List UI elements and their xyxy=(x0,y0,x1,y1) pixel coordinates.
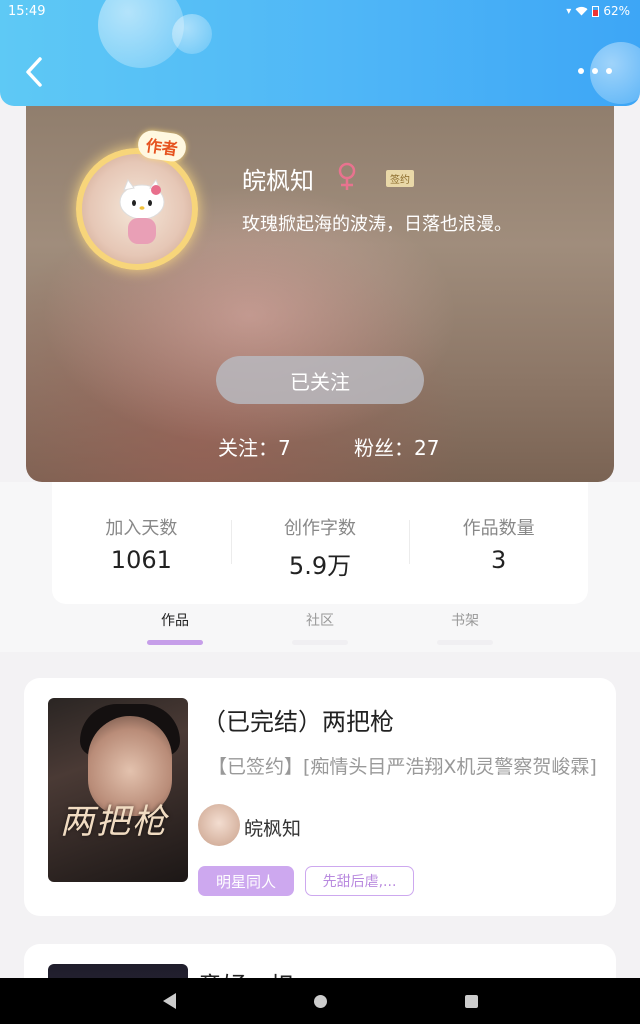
stat-label: 加入天数 xyxy=(105,518,178,539)
tab-community[interactable]: 社区 xyxy=(292,610,348,645)
book-author-avatar xyxy=(198,804,240,846)
stat-word-count: 创作字数 5.9万 xyxy=(230,482,410,604)
hello-kitty-avatar-icon xyxy=(119,178,165,244)
tab-label: 作品 xyxy=(161,613,189,629)
status-time: 15:49 xyxy=(8,4,46,19)
more-dots-icon xyxy=(606,68,612,74)
stats-panel: 加入天数 1061 创作字数 5.9万 作品数量 3 xyxy=(52,482,588,604)
following-count[interactable]: 关注：7 xyxy=(218,432,291,461)
book-tag[interactable]: 明星同人 xyxy=(198,866,294,896)
tab-label: 书架 xyxy=(451,613,479,629)
female-icon xyxy=(338,162,356,190)
more-dots-icon xyxy=(578,68,584,74)
stat-label: 创作字数 xyxy=(284,518,356,539)
tab-bookshelf[interactable]: 书架 xyxy=(437,610,493,645)
stat-value: 3 xyxy=(491,546,507,574)
status-indicators: ▾ 62% xyxy=(566,4,630,18)
book-card[interactable]: 两把枪 （已完结）两把枪 【已签约】[痴情头目严浩翔X机灵警察贺峻霖] 皖枫知 … xyxy=(24,678,616,916)
battery-icon xyxy=(592,5,600,17)
book-author-name: 皖枫知 xyxy=(244,818,302,840)
book-cover[interactable]: 两把枪 xyxy=(48,698,188,882)
signed-badge: 签约 xyxy=(386,170,414,187)
more-dots-icon xyxy=(592,68,598,74)
back-button[interactable] xyxy=(22,55,48,89)
tab-works[interactable]: 作品 xyxy=(147,610,203,645)
avatar-frame xyxy=(76,148,198,270)
tab-underline xyxy=(437,640,493,645)
more-options-button[interactable] xyxy=(578,64,612,78)
stat-works-count: 作品数量 3 xyxy=(409,482,588,604)
nav-recents-icon[interactable] xyxy=(464,994,478,1008)
tab-label: 社区 xyxy=(306,613,334,629)
top-header: 15:49 ▾ 62% xyxy=(0,0,640,106)
stat-value: 1061 xyxy=(110,546,172,574)
battery-level: 62% xyxy=(603,4,630,18)
follow-button[interactable]: 已关注 xyxy=(216,356,424,404)
system-nav-bar xyxy=(0,978,640,1024)
book-description: 【已签约】[痴情头目严浩翔X机灵警察贺峻霖] xyxy=(208,756,597,778)
fans-count[interactable]: 粉丝：27 xyxy=(354,432,439,461)
book-tag[interactable]: 先甜后虐,... xyxy=(305,866,414,896)
stat-join-days: 加入天数 1061 xyxy=(52,482,231,604)
signal-icon: ▾ xyxy=(566,5,572,17)
wifi-icon xyxy=(575,6,588,16)
decor-bubble xyxy=(172,14,212,54)
cover-title: 两把枪 xyxy=(60,802,168,842)
tab-underline xyxy=(147,640,203,645)
open-book-icon xyxy=(169,259,187,264)
stat-value: 5.9万 xyxy=(288,552,352,580)
nav-home-icon[interactable] xyxy=(313,994,327,1008)
stat-label: 作品数量 xyxy=(462,518,535,539)
chevron-left-icon xyxy=(26,57,42,87)
nav-back-icon[interactable] xyxy=(162,993,176,1009)
author-motto: 玫瑰掀起海的波涛，日落也浪漫。 xyxy=(242,214,512,235)
author-avatar[interactable]: 作者 xyxy=(66,128,216,282)
author-name: 皖枫知 xyxy=(242,167,314,195)
profile-card: 作者 皖枫知 签约 玫瑰掀起海的波涛，日落也浪漫。 已关注 关注：7 粉丝：27 xyxy=(26,86,614,482)
tab-underline xyxy=(292,640,348,645)
book-title: （已完结）两把枪 xyxy=(202,708,394,736)
